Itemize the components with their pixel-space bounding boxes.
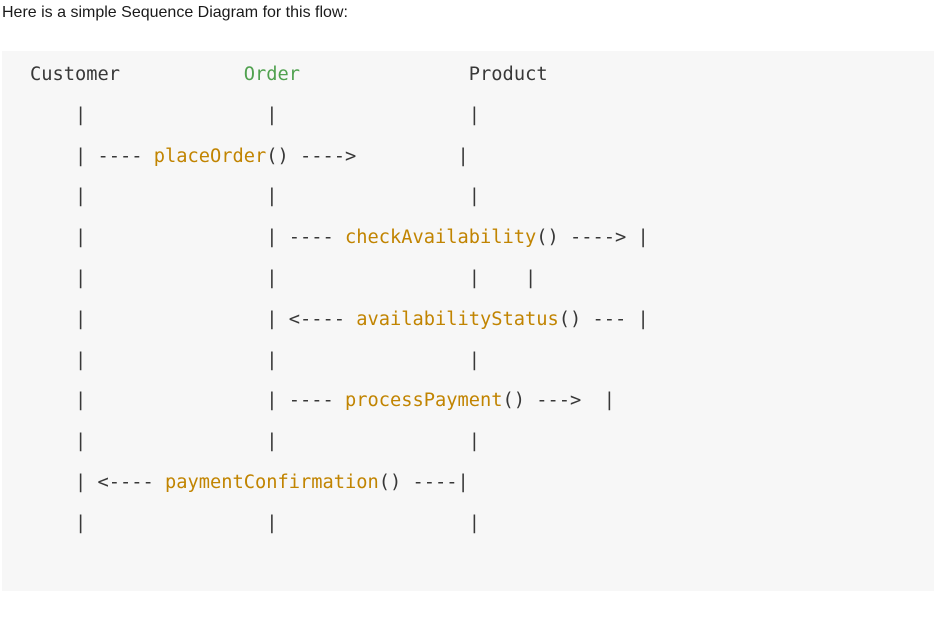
diagram-line: | | | | (30, 261, 536, 297)
code-text: | | | (30, 349, 481, 371)
code-block: Customer Order Product | | | | ---- plac… (2, 51, 934, 591)
diagram-line: | | | (30, 424, 480, 460)
code-text: | | | (30, 186, 481, 208)
method-name: checkAvailability (345, 227, 537, 249)
diagram-line: | | | (30, 98, 480, 134)
code-text: | | <---- (30, 308, 357, 330)
code-text: () --- | (558, 308, 649, 330)
method-name: paymentConfirmation (165, 472, 379, 493)
code-text: | | | (30, 431, 481, 453)
intro-text: Here is a simple Sequence Diagram for th… (2, 4, 348, 21)
diagram-line: | | | (30, 506, 480, 542)
code-text: | | | (30, 104, 481, 126)
code-text: () ----> | (536, 227, 649, 249)
code-text: () ----| (378, 472, 469, 493)
diagram-line: | | | (30, 179, 480, 215)
diagram-line: | | <---- availabilityStatus() --- | (30, 302, 649, 338)
method-name: availabilityStatus (356, 308, 559, 330)
diagram-line: | <---- paymentConfirmation() ----| (30, 465, 469, 501)
code-text: () ---> | (502, 390, 616, 412)
code-text: | <---- (30, 472, 166, 493)
code-text: | | ---- (30, 227, 346, 249)
diagram-line: | | ---- checkAvailability() ----> | (30, 220, 649, 256)
code-text: | ---- (30, 145, 154, 167)
code-text: Product (300, 64, 548, 85)
code-text: Customer (30, 64, 244, 85)
diagram-header-line: Customer Order Product (30, 57, 548, 93)
diagram-line: | ---- placeOrder() ----> | (30, 139, 469, 175)
code-text: | | ---- (30, 390, 346, 412)
code-text: | | | | (30, 268, 537, 289)
code-text: () ----> | (266, 145, 469, 167)
method-name: processPayment (345, 390, 503, 412)
method-name: placeOrder (153, 145, 267, 167)
participant-name-order: Order (243, 64, 301, 85)
diagram-line: | | | (30, 343, 480, 379)
diagram-line: | | ---- processPayment() ---> | (30, 383, 615, 419)
code-text: | | | (30, 512, 481, 534)
